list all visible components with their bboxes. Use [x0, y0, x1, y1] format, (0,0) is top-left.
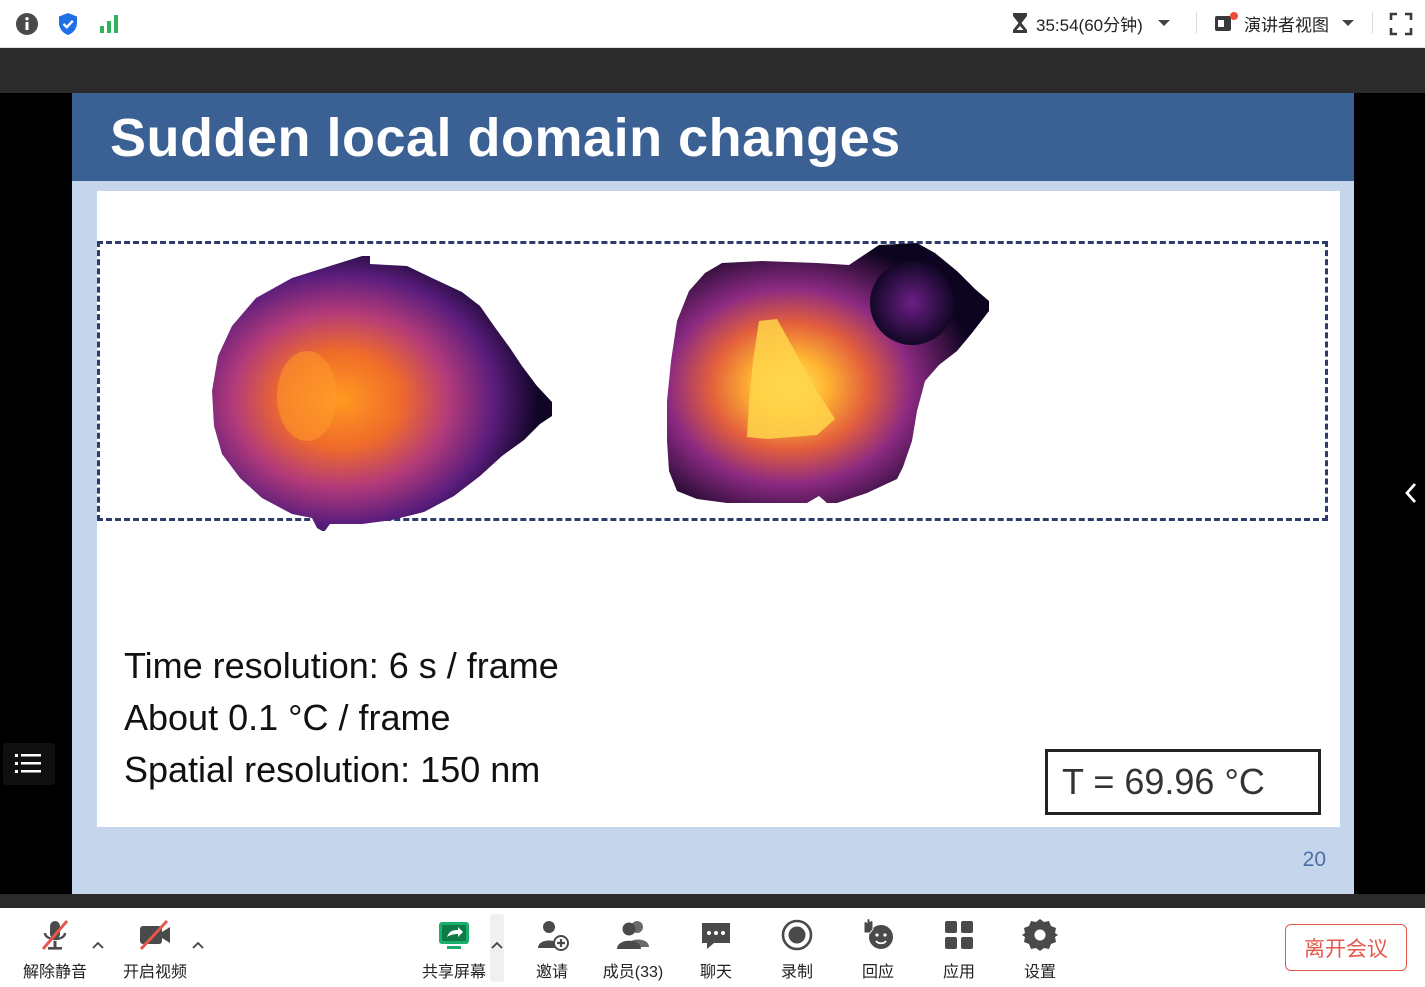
- invite-button[interactable]: 邀请: [517, 908, 587, 987]
- settings-icon: [1022, 919, 1058, 951]
- chevron-left-icon[interactable]: [1396, 478, 1425, 508]
- info-line-time-resolution: Time resolution: 6 s / frame: [124, 645, 559, 686]
- apps-icon: [945, 921, 973, 949]
- presentation-slide: Sudden local domain changes Time resolut…: [72, 93, 1354, 894]
- meeting-top-bar: 35:54(60分钟) 演讲者视图: [0, 0, 1425, 48]
- presenter-icon: [1215, 12, 1238, 31]
- chevron-up-icon: [491, 941, 503, 949]
- start-video-button[interactable]: 开启视频: [120, 908, 190, 987]
- slide-page-number: 20: [1302, 848, 1326, 871]
- mic-muted-icon: [41, 920, 69, 950]
- reaction-button[interactable]: 回应: [843, 908, 913, 987]
- record-icon: [781, 919, 813, 951]
- slide-title-bar: Sudden local domain changes: [72, 93, 1354, 181]
- stage-footer-strip: [0, 894, 1425, 908]
- temperature-readout: T = 69.96 °C: [1045, 749, 1321, 815]
- record-label: 录制: [780, 964, 813, 981]
- chevron-down-icon: [1342, 20, 1354, 26]
- reaction-icon: [863, 918, 893, 949]
- fullscreen-icon[interactable]: [1389, 12, 1413, 36]
- video-off-icon: [139, 919, 170, 951]
- reaction-label: 回应: [861, 964, 894, 981]
- invite-label: 邀请: [535, 964, 568, 981]
- signal-icon[interactable]: [98, 12, 122, 36]
- invite-icon: [538, 921, 569, 951]
- members-label: 成员(33): [602, 964, 664, 981]
- record-button[interactable]: 录制: [762, 908, 832, 987]
- apps-button[interactable]: 应用: [924, 908, 994, 987]
- unmute-label: 解除静音: [22, 964, 87, 981]
- slide-title: Sudden local domain changes: [110, 108, 901, 168]
- shield-icon[interactable]: [56, 12, 80, 36]
- chat-label: 聊天: [699, 964, 732, 981]
- info-line-temperature-step: About 0.1 °C / frame: [124, 697, 451, 738]
- divider: [1372, 12, 1373, 34]
- presenter-view-label: 演讲者视图: [1244, 15, 1329, 35]
- meeting-toolbar: 解除静音 开启视频 共享屏幕 邀请 成员(33) 聊天 录制 回应 应用 设置: [0, 908, 1425, 987]
- slide-content: Time resolution: 6 s / frame About 0.1 °…: [97, 191, 1340, 827]
- share-screen-label: 共享屏幕: [421, 964, 486, 981]
- chevron-up-icon[interactable]: [191, 938, 205, 952]
- share-screen-icon: [439, 922, 469, 949]
- list-icon[interactable]: [3, 743, 55, 785]
- leave-meeting-button[interactable]: 离开会议: [1285, 924, 1407, 971]
- timer-text: 35:54(60分钟): [1036, 15, 1143, 35]
- info-line-spatial-resolution: Spatial resolution: 150 nm: [124, 749, 541, 790]
- members-button[interactable]: 成员(33): [598, 908, 668, 987]
- chevron-up-icon[interactable]: [91, 938, 105, 952]
- info-icon[interactable]: [15, 12, 39, 36]
- chat-button[interactable]: 聊天: [681, 908, 751, 987]
- domain-heatmap-right: [667, 243, 989, 503]
- start-video-label: 开启视频: [122, 964, 187, 981]
- chevron-down-icon: [1157, 20, 1170, 26]
- share-screen-button[interactable]: 共享屏幕: [419, 908, 489, 987]
- hourglass-icon: [1013, 13, 1027, 33]
- stage-header-strip: [0, 48, 1425, 93]
- presenter-view-button[interactable]: 演讲者视图: [1214, 11, 1355, 35]
- temperature-text: T = 69.96 °C: [1062, 761, 1265, 802]
- divider: [1196, 12, 1197, 34]
- meeting-timer[interactable]: 35:54(60分钟): [1010, 11, 1171, 35]
- chat-icon: [702, 923, 730, 949]
- apps-label: 应用: [942, 964, 975, 981]
- members-icon: [617, 921, 649, 949]
- settings-button[interactable]: 设置: [1005, 908, 1075, 987]
- unmute-button[interactable]: 解除静音: [20, 908, 90, 987]
- settings-label: 设置: [1023, 964, 1056, 981]
- domain-heatmap-left: [212, 256, 552, 531]
- share-options-toggle[interactable]: [490, 914, 504, 982]
